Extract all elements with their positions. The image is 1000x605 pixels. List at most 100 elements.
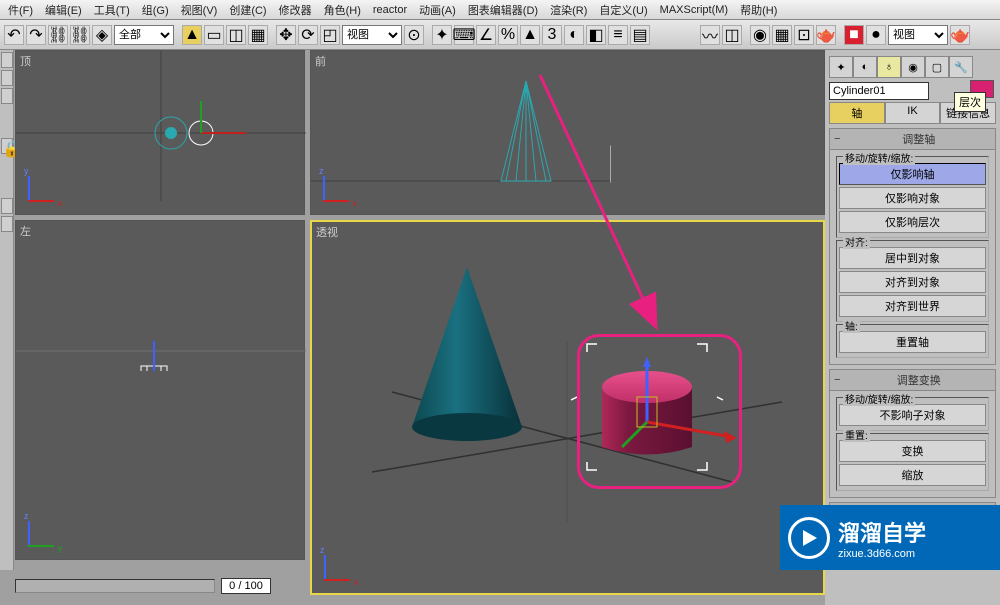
menu-reactor[interactable]: reactor (367, 4, 413, 16)
adjust-pivot-rollout: 调整轴 移动/旋转/缩放: 仅影响轴 仅影响对象 仅影响层次 对齐: 居中到对象… (829, 128, 996, 365)
teapot-icon[interactable]: 🫖 (950, 25, 970, 45)
link-icon[interactable]: ⛓ (48, 25, 68, 45)
lb-5[interactable] (1, 216, 13, 232)
viewport-top[interactable]: 顶 yx (15, 50, 305, 215)
current-frame[interactable]: 0 / 100 (221, 578, 271, 594)
pivot-tab[interactable]: 轴 (829, 102, 885, 124)
lb-4[interactable] (1, 198, 13, 214)
bind-icon[interactable]: ◈ (92, 25, 112, 45)
manipulate-icon[interactable]: ✦ (432, 25, 452, 45)
affect-object-only-button[interactable]: 仅影响对象 (839, 187, 986, 209)
select-icon[interactable]: ▲ (182, 25, 202, 45)
hierarchy-tooltip: 层次 (954, 92, 986, 112)
adjust-transform-header[interactable]: 调整变换 (830, 370, 995, 391)
ik-tab[interactable]: IK (885, 102, 941, 124)
watermark-play-icon (788, 517, 830, 559)
lb-lock-icon[interactable]: 🔒 (1, 138, 13, 154)
snap-percent-icon[interactable]: % (498, 25, 518, 45)
menu-create[interactable]: 创建(C) (223, 2, 272, 18)
keyboard-icon[interactable]: ⌨ (454, 25, 474, 45)
dont-affect-children-button[interactable]: 不影响子对象 (839, 404, 986, 426)
menu-tools[interactable]: 工具(T) (88, 2, 136, 18)
select-name-icon[interactable]: ▭ (204, 25, 224, 45)
display-tab-icon[interactable]: ▢ (925, 56, 949, 78)
menu-custom[interactable]: 自定义(U) (593, 2, 653, 18)
utilities-tab-icon[interactable]: 🔧 (949, 56, 973, 78)
reactor-sphere-icon[interactable]: ● (866, 25, 886, 45)
menu-render[interactable]: 渲染(R) (544, 2, 593, 18)
render-frame-icon[interactable]: ⊡ (794, 25, 814, 45)
lb-2[interactable] (1, 70, 13, 86)
move-icon[interactable]: ✥ (276, 25, 296, 45)
named-sel-icon[interactable]: ◐ (564, 25, 584, 45)
render-preset[interactable]: 视图 (888, 25, 948, 45)
snap-3d-icon[interactable]: 3 (542, 25, 562, 45)
watermark-title: 溜溜自学 (838, 516, 926, 548)
watermark: 溜溜自学 zixue.3d66.com (780, 505, 1000, 570)
redo-icon[interactable]: ↷ (26, 25, 46, 45)
selection-filter[interactable]: 全部 (114, 25, 174, 45)
reactor-box-icon[interactable]: ■ (844, 25, 864, 45)
menu-anim[interactable]: 动画(A) (413, 2, 462, 18)
move2-group-label: 移动/旋转/缩放: (843, 391, 915, 406)
center-icon[interactable]: ⊙ (404, 25, 424, 45)
create-tab-icon[interactable]: ✦ (829, 56, 853, 78)
move-group-label: 移动/旋转/缩放: (843, 150, 915, 165)
persp-axis-widget: zx (318, 547, 358, 587)
hierarchy-tab-icon[interactable]: ♁ (877, 56, 901, 78)
select-region-icon[interactable]: ◫ (226, 25, 246, 45)
menu-group[interactable]: 组(G) (136, 2, 175, 18)
viewport-front[interactable]: 前 zx (310, 50, 825, 215)
render-scene-icon[interactable]: ▦ (772, 25, 792, 45)
align-group-label: 对齐: (843, 234, 870, 249)
curve-editor-icon[interactable]: 〰 (700, 25, 720, 45)
rotate-icon[interactable]: ⟳ (298, 25, 318, 45)
front-axis-widget: zx (317, 168, 357, 208)
viewport-area: 顶 yx 前 (15, 50, 820, 570)
time-slider[interactable] (15, 579, 215, 593)
scale-icon[interactable]: ◰ (320, 25, 340, 45)
center-to-object-button[interactable]: 居中到对象 (839, 247, 986, 269)
viewport-perspective[interactable]: 透视 (310, 220, 825, 595)
reset-scale-button[interactable]: 缩放 (839, 464, 986, 486)
lb-3[interactable] (1, 88, 13, 104)
selected-object-name[interactable] (829, 82, 929, 100)
layers-icon[interactable]: ▤ (630, 25, 650, 45)
undo-icon[interactable]: ↶ (4, 25, 24, 45)
menu-bar: 件(F) 编辑(E) 工具(T) 组(G) 视图(V) 创建(C) 修改器 角色… (0, 0, 1000, 20)
reset-axis-button[interactable]: 重置轴 (839, 331, 986, 353)
axis-group-label: 轴: (843, 318, 860, 333)
viewport-left[interactable]: 左 zy (15, 220, 305, 560)
lb-1[interactable] (1, 52, 13, 68)
menu-modifier[interactable]: 修改器 (273, 2, 318, 18)
spinner-snap-icon[interactable]: ▲ (520, 25, 540, 45)
ref-coord-system[interactable]: 视图 (342, 25, 402, 45)
reset-transform-button[interactable]: 变换 (839, 440, 986, 462)
schematic-icon[interactable]: ◫ (722, 25, 742, 45)
menu-edit[interactable]: 编辑(E) (39, 2, 88, 18)
align-icon[interactable]: ≡ (608, 25, 628, 45)
material-icon[interactable]: ◉ (750, 25, 770, 45)
quick-render-icon[interactable]: 🫖 (816, 25, 836, 45)
align-to-world-button[interactable]: 对齐到世界 (839, 295, 986, 317)
snap-angle-icon[interactable]: ∠ (476, 25, 496, 45)
window-crossing-icon[interactable]: ▦ (248, 25, 268, 45)
menu-graph[interactable]: 图表编辑器(D) (462, 2, 544, 18)
menu-maxscript[interactable]: MAXScript(M) (654, 4, 734, 16)
menu-view[interactable]: 视图(V) (175, 2, 224, 18)
menu-character[interactable]: 角色(H) (318, 2, 367, 18)
motion-tab-icon[interactable]: ◉ (901, 56, 925, 78)
watermark-url: zixue.3d66.com (838, 548, 926, 560)
menu-help[interactable]: 帮助(H) (734, 2, 783, 18)
left-grid (16, 221, 316, 371)
modify-tab-icon[interactable]: ◐ (853, 56, 877, 78)
persp-content (312, 222, 823, 593)
mirror-icon[interactable]: ◧ (586, 25, 606, 45)
menu-file[interactable]: 件(F) (2, 2, 39, 18)
adjust-pivot-header[interactable]: 调整轴 (830, 129, 995, 150)
affect-hierarchy-only-button[interactable]: 仅影响层次 (839, 211, 986, 233)
command-tabs: ✦ ◐ ♁ ◉ ▢ 🔧 (829, 56, 996, 78)
align-to-object-button[interactable]: 对齐到对象 (839, 271, 986, 293)
unlink-icon[interactable]: ⛓ (70, 25, 90, 45)
affect-pivot-only-button[interactable]: 仅影响轴 (839, 163, 986, 185)
